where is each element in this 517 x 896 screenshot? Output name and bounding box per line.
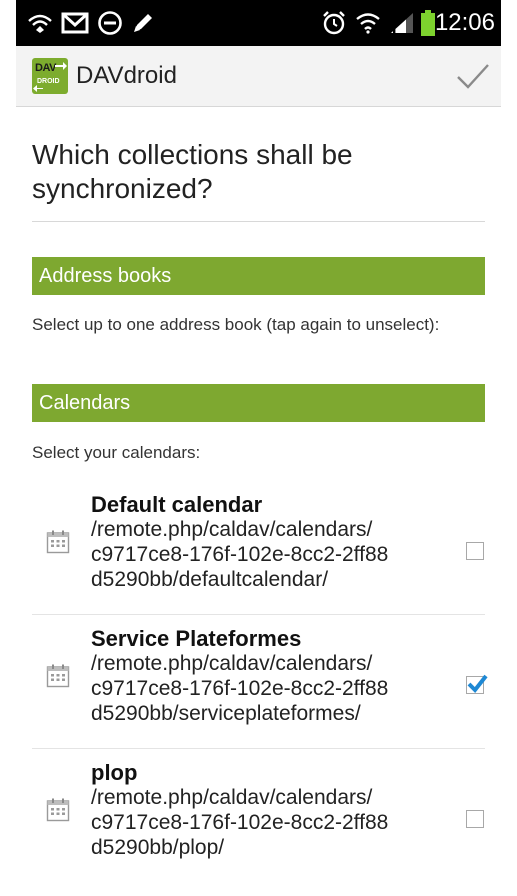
checkmark-icon <box>467 674 488 694</box>
signal-icon <box>388 10 416 36</box>
calendar-item-default[interactable]: Default calendar /remote.php/caldav/cale… <box>16 492 501 606</box>
calendar-item-service-plateformes[interactable]: Service Plateformes /remote.php/caldav/c… <box>16 626 501 740</box>
calendar-name: Service Plateformes <box>91 626 302 651</box>
calendar-icon <box>46 798 70 822</box>
calendar-path-line: d5290bb/defaultcalendar/ <box>91 568 329 591</box>
battery-icon <box>420 10 436 36</box>
section-header-calendars: Calendars <box>32 384 485 422</box>
calendar-path-line: c9717ce8-176f-102e-8cc2-2ff88 <box>91 677 389 700</box>
status-bar: 12:06 <box>16 0 501 46</box>
status-time: 12:06 <box>434 9 495 36</box>
calendar-icon <box>46 530 70 554</box>
calendar-path: /remote.php/caldav/calendars/ c9717ce8-1… <box>91 785 471 860</box>
left-margin <box>0 0 16 896</box>
calendars-hint: Select your calendars: <box>32 443 201 462</box>
calendar-checkbox[interactable] <box>466 810 484 828</box>
checkmark-icon <box>457 64 489 89</box>
list-divider <box>32 748 485 749</box>
wifi-icon <box>354 10 382 36</box>
calendar-path-line: c9717ce8-176f-102e-8cc2-2ff88 <box>91 811 389 834</box>
title-divider <box>32 221 485 222</box>
calendar-path-line: /remote.php/caldav/calendars/ <box>91 652 373 675</box>
do-not-disturb-icon <box>96 10 124 36</box>
alarm-icon <box>320 10 348 36</box>
done-button[interactable] <box>451 54 495 98</box>
calendar-path-line: d5290bb/serviceplateformes/ <box>91 702 361 725</box>
calendar-name: Default calendar <box>91 492 263 517</box>
wifi-call-icon <box>26 10 54 36</box>
pencil-icon <box>130 10 156 36</box>
app-screen: 12:06 DAV DROID DAVdroid Which collectio… <box>16 0 501 896</box>
page-title: Which collections shall be synchronized? <box>32 139 353 204</box>
davdroid-logo-icon: DAV DROID <box>32 58 68 94</box>
calendar-checkbox[interactable] <box>466 542 484 560</box>
calendar-path: /remote.php/caldav/calendars/ c9717ce8-1… <box>91 517 471 592</box>
calendar-path-line: c9717ce8-176f-102e-8cc2-2ff88 <box>91 543 389 566</box>
right-margin <box>501 0 517 896</box>
calendar-checkbox-checked[interactable] <box>466 674 488 694</box>
app-title: DAVdroid <box>76 62 177 89</box>
calendar-icon <box>46 664 70 688</box>
calendar-path: /remote.php/caldav/calendars/ c9717ce8-1… <box>91 651 471 726</box>
logo-text-dav: DAV <box>35 62 56 74</box>
section-header-address-books: Address books <box>32 257 485 295</box>
calendar-path-line: /remote.php/caldav/calendars/ <box>91 518 373 541</box>
calendar-item-plop[interactable]: plop /remote.php/caldav/calendars/ c9717… <box>16 760 501 874</box>
address-books-hint: Select up to one address book (tap again… <box>32 315 440 334</box>
calendar-path-line: d5290bb/plop/ <box>91 836 225 859</box>
calendar-name: plop <box>91 760 138 785</box>
calendar-path-line: /remote.php/caldav/calendars/ <box>91 786 373 809</box>
mail-icon <box>60 10 90 36</box>
list-divider <box>32 614 485 615</box>
action-bar: DAV DROID DAVdroid <box>16 46 501 107</box>
